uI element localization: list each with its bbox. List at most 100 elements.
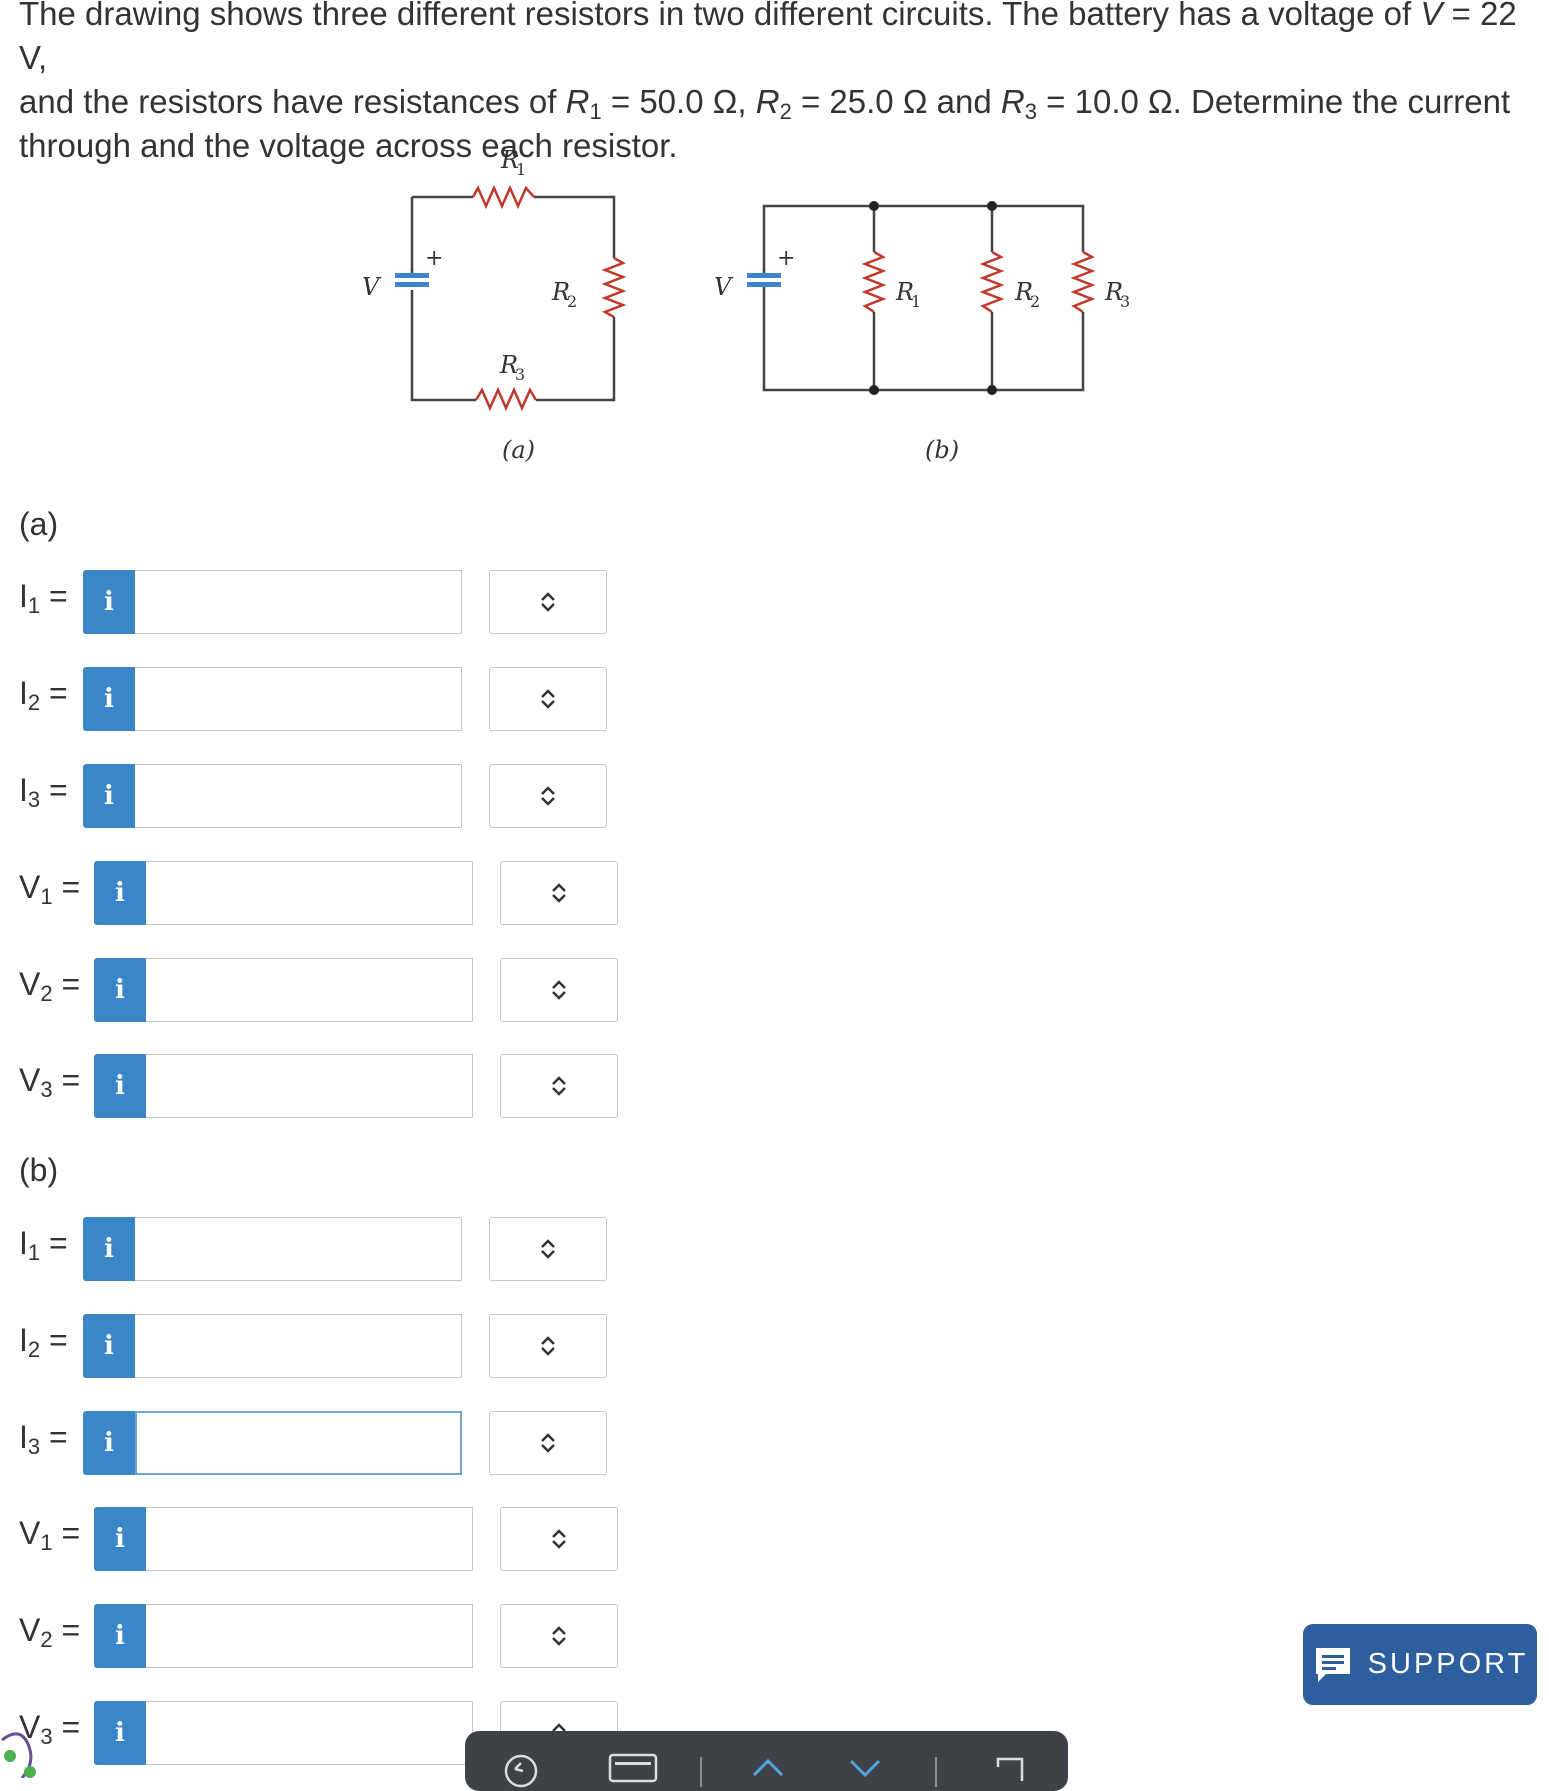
unit-select[interactable]: [500, 958, 618, 1022]
select-arrows-icon: [552, 1076, 566, 1096]
answer-row: V1 = i: [19, 861, 639, 927]
select-arrows-icon: [541, 786, 555, 806]
variable-label: I1 =: [19, 578, 68, 618]
section-label-a: (a): [19, 506, 59, 542]
resistor-r2-a: [601, 256, 627, 319]
answer-row: I1 = i: [19, 570, 639, 636]
toolbar-divider: [935, 1757, 937, 1787]
unit-select[interactable]: [489, 1411, 607, 1475]
battery-b: [747, 268, 781, 300]
answer-row: V2 = i: [19, 958, 639, 1024]
caption-b: (b): [925, 436, 959, 464]
answer-input[interactable]: [146, 1507, 473, 1571]
variable-label: I1 =: [19, 1225, 68, 1265]
info-button[interactable]: i: [94, 958, 146, 1022]
answer-input[interactable]: [135, 1217, 462, 1281]
resistor-r1-b: [861, 250, 887, 314]
floating-toolbar: [465, 1731, 1068, 1791]
answer-row: I1 = i: [19, 1217, 639, 1283]
select-arrows-icon: [552, 883, 566, 903]
info-button[interactable]: i: [83, 1314, 135, 1378]
chevron-up-icon[interactable]: [748, 1753, 788, 1783]
info-button[interactable]: i: [94, 1507, 146, 1571]
variable-label: I3 =: [19, 1419, 68, 1459]
unit-select[interactable]: [500, 1507, 618, 1571]
info-icon: i: [115, 1718, 125, 1748]
section-label-b: (b): [19, 1152, 59, 1188]
toolbar-divider: [700, 1757, 702, 1787]
answer-input[interactable]: [146, 1604, 473, 1668]
info-icon: i: [104, 684, 114, 714]
answer-row: V3 = i: [19, 1054, 639, 1120]
info-button[interactable]: i: [83, 1217, 135, 1281]
answer-input[interactable]: [146, 861, 473, 925]
answer-row: I3 = i: [19, 764, 639, 830]
info-button[interactable]: i: [94, 1701, 146, 1765]
answer-row: I3 = i: [19, 1411, 639, 1477]
info-button[interactable]: i: [94, 1054, 146, 1118]
variable-label: V2 =: [19, 966, 81, 1006]
unit-select[interactable]: [500, 1604, 618, 1668]
select-arrows-icon: [552, 1626, 566, 1646]
circuit-b: [762, 204, 1096, 392]
info-button[interactable]: i: [83, 1411, 135, 1475]
info-icon: i: [115, 878, 125, 908]
info-button[interactable]: i: [94, 1604, 146, 1668]
resistor-r1-a: [471, 184, 535, 210]
info-button[interactable]: i: [83, 764, 135, 828]
expand-icon[interactable]: [990, 1753, 1030, 1783]
unit-select[interactable]: [489, 667, 607, 731]
info-button[interactable]: i: [83, 667, 135, 731]
variable-label: V2 =: [19, 1612, 81, 1652]
svg-text:1: 1: [911, 292, 921, 311]
info-icon: i: [104, 1428, 114, 1458]
resistor-r3-a: [474, 386, 538, 412]
svg-text:3: 3: [515, 365, 525, 384]
answer-input[interactable]: [146, 1701, 473, 1765]
answer-input[interactable]: [135, 667, 462, 731]
unit-select[interactable]: [489, 1314, 607, 1378]
info-icon: i: [115, 1621, 125, 1651]
unit-select[interactable]: [489, 570, 607, 634]
select-arrows-icon: [541, 592, 555, 612]
svg-text:2: 2: [567, 292, 577, 311]
info-icon: i: [104, 1234, 114, 1264]
keyboard-icon[interactable]: [608, 1753, 658, 1783]
answer-input[interactable]: [135, 570, 462, 634]
answer-input[interactable]: [135, 1314, 462, 1378]
circuit-figure: V + R 1 R 2 R 3 (a) V + R 1 R 2 R 3 (b): [362, 146, 1130, 464]
info-icon: i: [104, 1331, 114, 1361]
chevron-down-icon[interactable]: [845, 1753, 885, 1783]
info-icon: i: [104, 587, 114, 617]
answer-row: V2 = i: [19, 1604, 639, 1670]
support-button[interactable]: SUPPORT: [1303, 1624, 1537, 1705]
label-v-b: V: [714, 273, 734, 301]
answer-input[interactable]: [135, 1411, 462, 1475]
caption-a: (a): [502, 436, 535, 464]
variable-label: V1 =: [19, 1515, 81, 1555]
select-arrows-icon: [541, 1239, 555, 1259]
battery-a: [395, 268, 429, 300]
unit-select[interactable]: [500, 861, 618, 925]
info-icon: i: [115, 1524, 125, 1554]
select-arrows-icon: [552, 1529, 566, 1549]
unit-select[interactable]: [489, 764, 607, 828]
avatar-icon[interactable]: [0, 1716, 40, 1778]
answer-input[interactable]: [135, 764, 462, 828]
info-button[interactable]: i: [83, 570, 135, 634]
variable-label: V1 =: [19, 869, 81, 909]
info-icon: i: [115, 1071, 125, 1101]
answer-input[interactable]: [146, 1054, 473, 1118]
answer-input[interactable]: [146, 958, 473, 1022]
resistor-r2-b: [979, 250, 1005, 314]
variable-label: I2 =: [19, 1322, 68, 1362]
select-arrows-icon: [541, 1433, 555, 1453]
resistor-r3-b: [1070, 250, 1096, 314]
label-v-a: V: [362, 273, 382, 301]
answer-row: V1 = i: [19, 1507, 639, 1573]
select-arrows-icon: [541, 1336, 555, 1356]
undo-icon[interactable]: [503, 1753, 539, 1789]
info-button[interactable]: i: [94, 861, 146, 925]
unit-select[interactable]: [489, 1217, 607, 1281]
unit-select[interactable]: [500, 1054, 618, 1118]
